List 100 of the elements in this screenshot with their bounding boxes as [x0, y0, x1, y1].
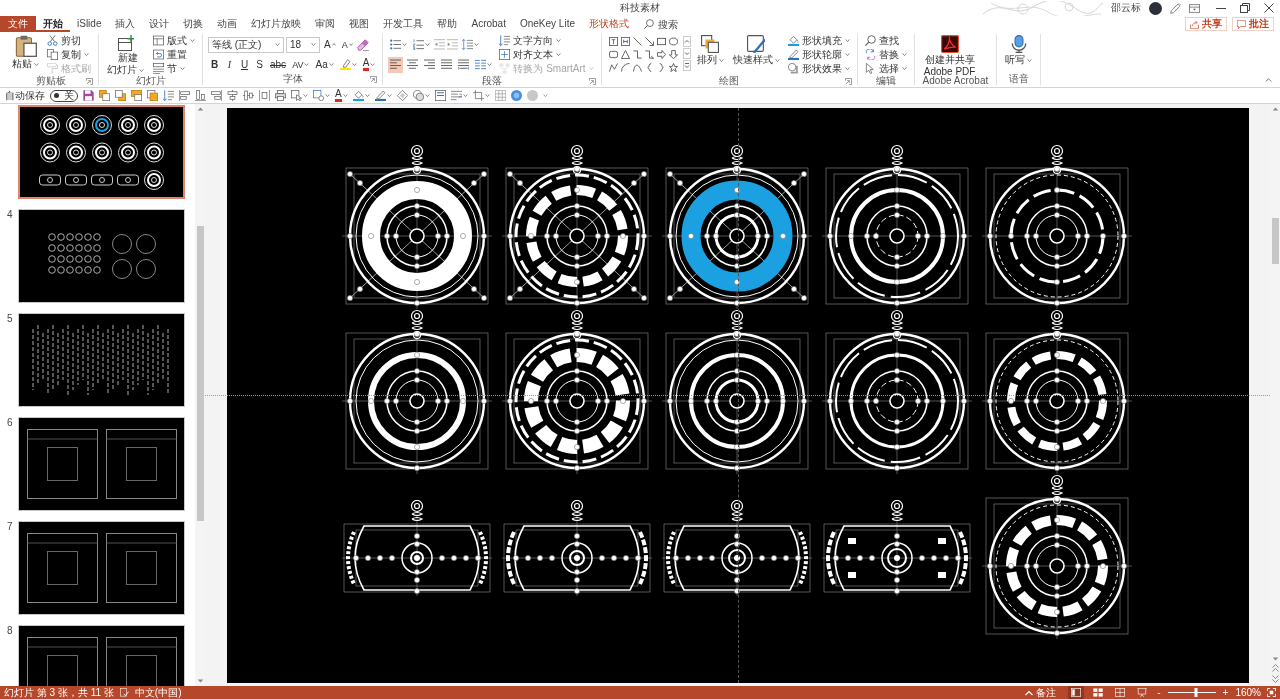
find-button[interactable]: 查找 — [862, 34, 909, 47]
paint-bucket-icon[interactable] — [352, 90, 364, 101]
character-spacing-button[interactable]: AV — [290, 56, 312, 73]
shape-select-icon[interactable] — [291, 90, 302, 101]
arc-icon[interactable] — [620, 63, 630, 72]
arrow-line-icon[interactable] — [644, 37, 654, 46]
arrange-button[interactable]: 排列 — [693, 34, 727, 66]
dictate-button[interactable]: 听写 — [1002, 34, 1036, 66]
shape-fill-button[interactable]: 形状填充 — [785, 34, 852, 47]
text-box-icon[interactable] — [608, 37, 618, 46]
shape-effects-button[interactable]: 形状效果 — [785, 62, 852, 75]
printer-icon[interactable] — [275, 90, 286, 101]
gallery-up-icon[interactable] — [682, 36, 691, 47]
dialog-launcher-icon[interactable] — [588, 77, 596, 85]
oval-icon[interactable] — [668, 37, 678, 46]
shape-outline-button[interactable]: 形状轮廓 — [785, 48, 852, 61]
section-button[interactable]: 节 — [151, 62, 197, 75]
freeform-icon[interactable] — [608, 63, 618, 72]
ribbon-tab[interactable]: Acrobat — [464, 16, 513, 32]
align-objects-icon[interactable] — [195, 90, 206, 101]
ribbon-tab[interactable]: OneKey Lite — [512, 16, 582, 32]
pen-icon[interactable] — [1170, 2, 1181, 14]
ribbon-tab[interactable]: 审阅 — [308, 16, 343, 32]
curve-icon[interactable] — [632, 63, 642, 72]
elbow-connector-icon[interactable] — [632, 50, 642, 59]
layers-icon[interactable] — [147, 90, 158, 101]
dialog-launcher-icon[interactable] — [86, 77, 93, 85]
font-size-dropdown[interactable]: 18 — [286, 36, 320, 53]
distributed-button[interactable] — [456, 56, 472, 73]
ribbon-tab[interactable]: 形状格式 — [582, 16, 636, 32]
align-text-button[interactable]: 对齐文本 — [497, 48, 596, 61]
previous-slide-icon[interactable] — [1271, 664, 1279, 672]
layout-button[interactable]: 版式 — [151, 34, 197, 47]
change-case-button[interactable]: Aa — [313, 56, 336, 73]
align-objects-icon[interactable] — [243, 90, 254, 101]
quick-styles-button[interactable]: 快速样式 — [729, 34, 783, 66]
new-slide-button[interactable]: 新建幻灯片 — [104, 34, 148, 76]
search-field[interactable]: 搜索 — [658, 17, 688, 31]
scrollbar-thumb[interactable] — [196, 226, 204, 521]
dialog-launcher-icon[interactable] — [370, 75, 378, 83]
italic-button[interactable]: I — [223, 56, 236, 73]
slide-thumbnail[interactable] — [18, 417, 185, 511]
zoom-in-button[interactable]: + — [1221, 686, 1230, 699]
select-button[interactable]: 选择 — [862, 62, 909, 75]
customize-toolbar-icon[interactable] — [542, 94, 548, 97]
layers-icon[interactable] — [131, 90, 142, 101]
collapse-ribbon-icon[interactable] — [1265, 78, 1272, 82]
text-direction-icon[interactable] — [163, 90, 174, 101]
replace-button[interactable]: 替换 — [862, 48, 909, 61]
language-button[interactable]: 中文(中国) — [134, 686, 182, 699]
font-name-dropdown[interactable]: 等线 (正文) — [208, 36, 284, 53]
zoom-slider-thumb[interactable] — [1194, 688, 1198, 697]
scroll-down-icon[interactable] — [196, 679, 204, 683]
comment-button[interactable]: 批注 — [1232, 17, 1274, 31]
slide-thumbnail[interactable] — [18, 105, 185, 199]
rectangle-icon[interactable] — [656, 37, 666, 46]
underline-button[interactable]: U — [238, 56, 251, 73]
wrap-text-icon[interactable] — [450, 90, 462, 101]
restore-icon[interactable] — [1240, 3, 1250, 13]
ribbon-display-icon[interactable] — [1189, 2, 1200, 14]
search-icon[interactable] — [644, 19, 654, 29]
ribbon-tab[interactable]: 切换 — [176, 16, 211, 32]
accessibility-check-icon[interactable] — [119, 688, 129, 697]
grow-font-button[interactable]: A — [322, 36, 338, 53]
avatar-icon[interactable] — [1149, 1, 1162, 15]
align-objects-icon[interactable] — [211, 90, 222, 101]
down-arrow-icon[interactable] — [668, 50, 678, 59]
increase-indent-icon[interactable] — [447, 39, 459, 50]
share-button[interactable]: 共享 — [1185, 17, 1227, 31]
create-pdf-button[interactable]: 创建并共享 Adobe PDF — [919, 34, 980, 78]
ribbon-tab[interactable]: 设计 — [142, 16, 177, 32]
pen-outline-icon[interactable] — [374, 90, 386, 101]
notes-button[interactable]: 备注 — [1025, 686, 1057, 699]
slide-thumbnail[interactable] — [18, 521, 185, 615]
save-icon[interactable] — [83, 90, 94, 101]
ribbon-tab[interactable]: 帮助 — [430, 16, 465, 32]
ribbon-tab[interactable]: iSlide — [70, 16, 109, 32]
minimize-icon[interactable] — [1216, 7, 1226, 9]
layers-icon[interactable] — [115, 90, 126, 101]
scroll-down-icon[interactable] — [1271, 657, 1279, 661]
normal-view-button[interactable] — [1068, 686, 1085, 699]
right-arrow-icon[interactable] — [656, 50, 666, 59]
highlight-color-button[interactable] — [337, 56, 359, 73]
align-objects-icon[interactable] — [179, 90, 190, 101]
strikethrough-button[interactable]: abc — [268, 56, 289, 73]
file-tab[interactable]: 文件 — [0, 16, 36, 32]
dialog-launcher-icon[interactable] — [844, 77, 852, 85]
shrink-font-button[interactable]: A — [339, 36, 355, 53]
decrease-indent-icon[interactable] — [434, 39, 446, 50]
scroll-up-icon[interactable] — [1271, 107, 1279, 111]
slide-thumbnail[interactable] — [18, 313, 185, 407]
ribbon-tab[interactable]: 插入 — [108, 16, 143, 32]
reset-button[interactable]: 重置 — [151, 48, 197, 61]
text-box-icon[interactable] — [434, 90, 446, 101]
triangle-icon[interactable] — [620, 50, 630, 59]
layers-icon[interactable] — [99, 90, 110, 101]
scroll-up-icon[interactable] — [196, 107, 204, 111]
overlapping-circles-icon[interactable] — [412, 90, 424, 101]
slide-thumbnail[interactable] — [18, 209, 185, 303]
copy-button[interactable]: 复制 — [45, 48, 93, 61]
